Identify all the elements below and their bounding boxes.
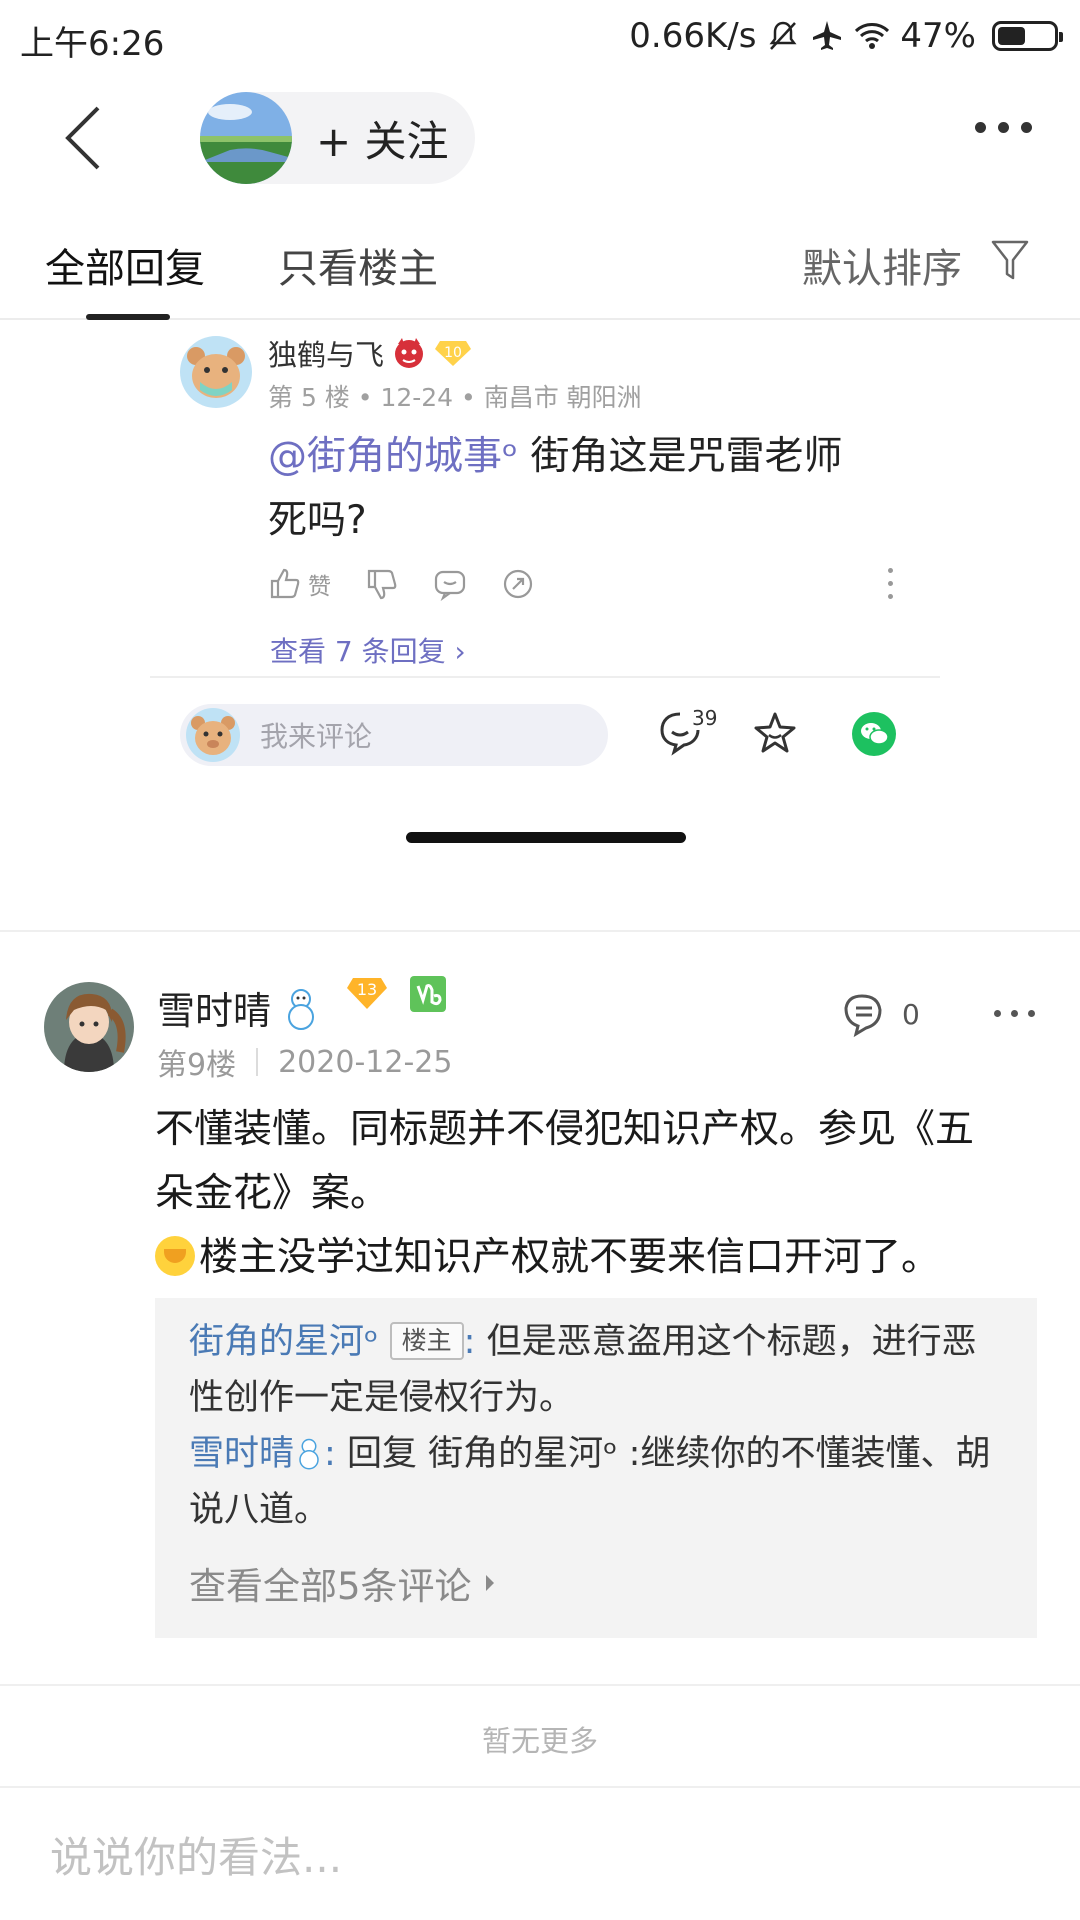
thumbs-up-icon bbox=[270, 568, 300, 599]
wechat-share-icon[interactable] bbox=[852, 712, 896, 756]
airplane-icon bbox=[813, 21, 842, 50]
sub-comment-user[interactable]: 街角的星河ᵒ bbox=[189, 1322, 378, 1362]
capricorn-zodiac-icon bbox=[410, 976, 446, 1012]
tab-active-indicator bbox=[86, 314, 170, 320]
tab-bar: 全部回复 只看楼主 默认排序 bbox=[0, 202, 1080, 320]
post-more-icon[interactable] bbox=[888, 568, 893, 599]
floor-number: 第9楼 bbox=[157, 1048, 237, 1083]
network-speed: 0.66K/s bbox=[629, 16, 757, 56]
user-avatar bbox=[186, 708, 240, 762]
level-badge: 13 bbox=[346, 976, 388, 1010]
follow-label: + 关注 bbox=[316, 116, 449, 166]
status-icons: 0.66K/s 47% bbox=[629, 16, 1063, 56]
post-more-icon[interactable] bbox=[994, 1010, 1035, 1017]
sub-comments-panel[interactable]: 街角的星河ᵒ 楼主: 但是恶意盗用这个标题，进行恶性创作一定是侵权行为。 雪时晴… bbox=[155, 1298, 1037, 1638]
favorite-star-icon[interactable] bbox=[752, 710, 798, 756]
sort-button[interactable]: 默认排序 bbox=[802, 236, 962, 294]
share-button[interactable] bbox=[501, 567, 535, 601]
battery-icon bbox=[992, 21, 1063, 51]
home-indicator bbox=[406, 832, 686, 843]
post-text-line1: 街角这是咒雷老师 bbox=[518, 434, 843, 479]
covering-mouth-emoji-icon bbox=[155, 1236, 195, 1276]
devil-emoji-icon bbox=[395, 338, 424, 368]
snowman-icon bbox=[299, 1438, 319, 1470]
post-text-line1: 不懂装懂。同标题并不侵犯知识产权。参见《五 bbox=[155, 1107, 975, 1152]
username[interactable]: 雪时晴 bbox=[157, 980, 321, 1035]
like-button[interactable]: 0 bbox=[838, 990, 920, 1038]
divider bbox=[0, 1786, 1080, 1788]
divider bbox=[150, 676, 940, 678]
comment-icon bbox=[434, 570, 466, 601]
username[interactable]: 独鹤与飞 10 bbox=[268, 332, 472, 374]
post-text-line2: 朵金花》案。 bbox=[155, 1171, 390, 1216]
share-icon bbox=[503, 569, 533, 599]
sub-comment-user[interactable]: 雪时晴 bbox=[189, 1434, 294, 1474]
post-body: @街角的城事ᵒ 街角这是咒雷老师 死吗? bbox=[268, 425, 888, 553]
tab-op-only[interactable]: 只看楼主 bbox=[278, 236, 438, 294]
filter-icon[interactable] bbox=[990, 238, 1030, 282]
like-button[interactable]: 赞 bbox=[268, 567, 331, 601]
mute-icon bbox=[769, 21, 797, 50]
view-replies-link[interactable]: 查看 7 条回复 › bbox=[270, 630, 466, 670]
post-actions: 赞 bbox=[268, 567, 569, 601]
avatar[interactable] bbox=[180, 336, 252, 408]
thumbs-up-icon bbox=[844, 994, 882, 1038]
sub-comment: 雪时晴: 回复 街角的星河ᵒ :继续你的不懂装懂、胡说八道。 bbox=[189, 1434, 991, 1530]
nav-bar: + 关注 bbox=[0, 72, 1080, 202]
sub-comment: 街角的星河ᵒ 楼主: 但是恶意盗用这个标题，进行恶性创作一定是侵权行为。 bbox=[189, 1322, 977, 1418]
post-text-line2: 死吗? bbox=[268, 498, 367, 543]
avatar[interactable] bbox=[44, 982, 134, 1072]
triangle-right-icon bbox=[485, 1575, 494, 1591]
like-label: 赞 bbox=[308, 574, 331, 600]
tab-all-replies[interactable]: 全部回复 bbox=[45, 236, 205, 294]
level-badge: 10 bbox=[434, 339, 472, 367]
no-more-text: 暂无更多 bbox=[481, 1724, 598, 1758]
back-icon[interactable] bbox=[56, 102, 116, 172]
status-time: 上午6:26 bbox=[20, 24, 165, 64]
status-bar: 上午6:26 0.66K/s 47% bbox=[0, 0, 1080, 72]
battery-percent: 47% bbox=[900, 16, 976, 56]
follow-button[interactable]: + 关注 bbox=[200, 92, 475, 184]
reply-button[interactable] bbox=[433, 567, 467, 601]
reply-input[interactable]: 说说你的看法... bbox=[50, 1824, 342, 1885]
section-divider bbox=[0, 930, 1080, 932]
post-meta: 第 5 楼 • 12-24 • 南昌市 朝阳洲 bbox=[268, 383, 642, 412]
username-text: 独鹤与飞 bbox=[268, 338, 385, 372]
comment-input[interactable]: 我来评论 bbox=[180, 704, 608, 766]
view-all-comments-link[interactable]: 查看全部5条评论 bbox=[189, 1556, 494, 1610]
like-count: 0 bbox=[902, 997, 920, 1031]
post-text-line3: 楼主没学过知识产权就不要来信口开河了。 bbox=[199, 1235, 941, 1280]
user-badges: 13 bbox=[346, 976, 446, 1012]
op-tag: 楼主 bbox=[389, 1322, 464, 1360]
forum-avatar bbox=[200, 92, 292, 184]
wifi-icon bbox=[855, 23, 890, 49]
username-text: 雪时晴 bbox=[157, 989, 272, 1033]
more-options-icon[interactable] bbox=[975, 122, 1032, 133]
post-date: 2020-12-25 bbox=[278, 1044, 453, 1080]
comment-placeholder: 我来评论 bbox=[260, 720, 373, 753]
snowman-icon bbox=[288, 988, 315, 1030]
comment-count: 39 bbox=[692, 706, 718, 730]
post-meta: 第9楼 2020-12-25 bbox=[157, 1040, 452, 1084]
mention-link[interactable]: @街角的城事ᵒ bbox=[268, 434, 518, 479]
thumbs-down-icon bbox=[367, 569, 397, 600]
divider bbox=[0, 1684, 1080, 1686]
post-body: 不懂装懂。同标题并不侵犯知识产权。参见《五 朵金花》案。 楼主没学过知识产权就不… bbox=[155, 1098, 1035, 1290]
dislike-button[interactable] bbox=[365, 567, 399, 601]
